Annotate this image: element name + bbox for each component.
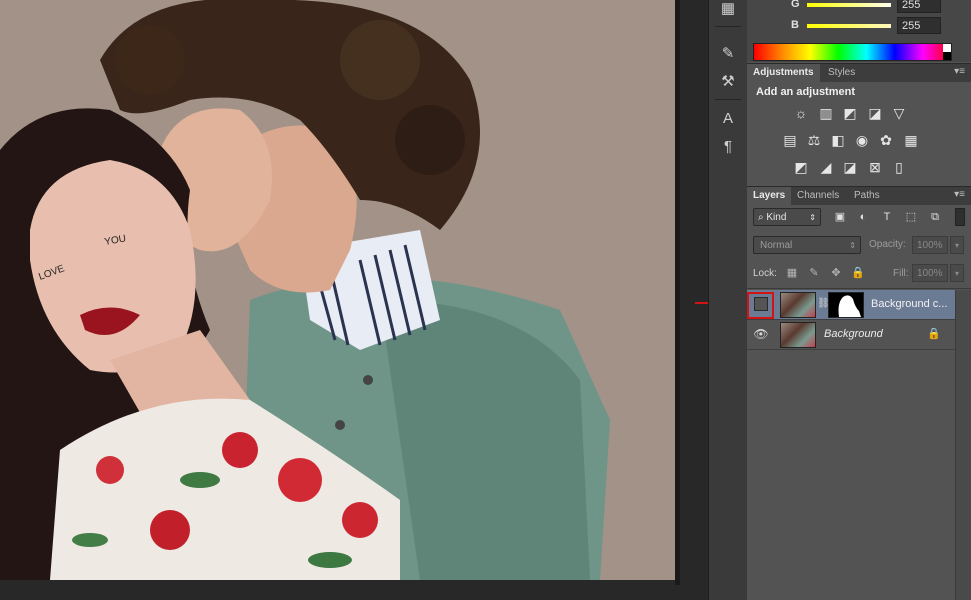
mask-silhouette [838,295,861,317]
blend-mode-select[interactable]: Normal ⇕ [753,236,861,254]
shape-filter-icon[interactable]: ⬚ [903,210,919,224]
green-slider-row: G 255 [747,0,971,15]
gradient-map-icon[interactable]: ▯ [890,159,908,175]
opacity-dropdown-icon[interactable]: ▾ [950,236,964,254]
adjustments-title: Add an adjustment [756,86,856,98]
adjustment-filter-icon[interactable]: ◐ [855,210,871,224]
layer-row-background-copy[interactable]: ⛓ Background c... [747,290,955,320]
exposure-icon[interactable]: ◪ [866,105,884,121]
layer-name[interactable]: Background c... [871,298,947,310]
color-lookup-icon[interactable]: ▦ [902,132,920,148]
blue-label: B [791,19,799,31]
lock-transparent-pixels-icon[interactable]: ▦ [785,266,799,280]
link-icon[interactable]: ⛓ [817,298,830,311]
photo-image: LOVE YOU [0,0,675,580]
opacity-field[interactable]: 100% [912,236,948,254]
chevron-updown-icon: ⇕ [849,241,856,250]
pixel-filter-icon[interactable]: ▣ [832,210,848,224]
color-spectrum[interactable] [753,43,952,61]
channel-mixer-icon[interactable]: ✿ [877,132,895,148]
curves-icon[interactable]: ◩ [841,105,859,121]
lock-icon: 🔒 [927,328,941,340]
tab-adjustments[interactable]: Adjustments [747,64,820,82]
color-panel: G 255 B 255 [747,0,971,62]
layer-mask-thumbnail[interactable] [828,292,864,318]
layer-thumbnail[interactable] [780,322,816,348]
panel-iconstrip: ▦ ✎ ⚒ A ¶ [708,0,748,600]
panel-menu-icon[interactable]: ▾≡ [954,66,965,77]
blue-slider-row: B 255 [747,16,971,36]
right-panels: G 255 B 255 Adjustments Styles ▾≡ Add an… [747,0,971,600]
3d-icon[interactable]: ▦ [709,0,747,22]
filter-toggle[interactable] [955,208,965,226]
blue-slider[interactable] [807,24,891,28]
layer-thumbnail[interactable] [780,292,816,318]
fill-label: Fill: [893,268,909,279]
layers-panel-menu-icon[interactable]: ▾≡ [954,189,965,200]
invert-icon[interactable]: ◩ [792,159,810,175]
green-label: G [791,0,800,10]
vibrance-icon[interactable]: ▽ [890,105,908,121]
blend-mode-value: Normal [760,240,793,251]
black-white-icon[interactable]: ◧ [829,132,847,148]
layers-scrollbar[interactable] [955,290,971,600]
character-icon[interactable]: A [709,104,747,132]
toolstrip-divider [715,99,741,100]
type-filter-icon[interactable]: T [879,210,895,224]
smart-object-filter-icon[interactable]: ⧉ [927,210,943,224]
document-canvas[interactable]: LOVE YOU [0,0,708,600]
fill-dropdown-icon[interactable]: ▾ [950,264,964,282]
layer-name[interactable]: Background [824,328,883,340]
hue-saturation-icon[interactable]: ▤ [781,132,799,148]
paragraph-icon[interactable]: ¶ [709,132,747,160]
green-slider[interactable] [807,3,891,7]
tab-channels[interactable]: Channels [791,187,845,205]
posterize-icon[interactable]: ◢ [817,159,835,175]
green-value-field[interactable]: 255 [897,0,941,13]
search-icon: ⌕ [758,212,764,223]
visibility-toggle[interactable]: 👁 [750,324,772,344]
tab-paths[interactable]: Paths [848,187,886,205]
fill-field[interactable]: 100% [912,264,948,282]
lock-label: Lock: [753,268,777,279]
brightness-contrast-icon[interactable]: ☼ [792,105,810,121]
layer-row-background[interactable]: 👁 Background 🔒 [747,320,955,350]
photo-filter-icon[interactable]: ◉ [853,132,871,148]
document-edge-shadow [675,0,680,585]
tab-styles[interactable]: Styles [822,64,861,82]
color-balance-icon[interactable]: ⚖ [805,132,823,148]
layers-tab-bar: Layers Channels Paths ▾≡ [747,186,971,205]
threshold-icon[interactable]: ◪ [841,159,859,175]
photo-illustration: LOVE YOU [0,0,675,580]
levels-icon[interactable]: ▥ [817,105,835,121]
toolstrip-divider [715,26,741,27]
black-white-swatch[interactable] [943,44,951,60]
lock-image-pixels-icon[interactable]: ✎ [807,266,821,280]
selective-color-icon[interactable]: ⊠ [866,159,884,175]
layer-filter-kind-select[interactable]: ⌕ Kind ⇕ [753,208,821,226]
annotation-highlight-box [747,292,774,319]
tab-layers[interactable]: Layers [747,187,792,205]
eye-icon: 👁 [753,327,769,341]
adjustments-tab-bar: Adjustments Styles ▾≡ [747,63,971,82]
lock-all-icon[interactable]: 🔒 [851,266,865,280]
layers-divider [747,288,971,289]
opacity-label: Opacity: [869,239,906,250]
lock-position-icon[interactable]: ✥ [829,266,843,280]
blue-value-field[interactable]: 255 [897,17,941,34]
tool-presets-icon[interactable]: ⚒ [709,67,747,95]
chevron-updown-icon: ⇕ [809,213,816,222]
brush-presets-icon[interactable]: ✎ [709,39,747,67]
kind-label: Kind [766,212,787,223]
